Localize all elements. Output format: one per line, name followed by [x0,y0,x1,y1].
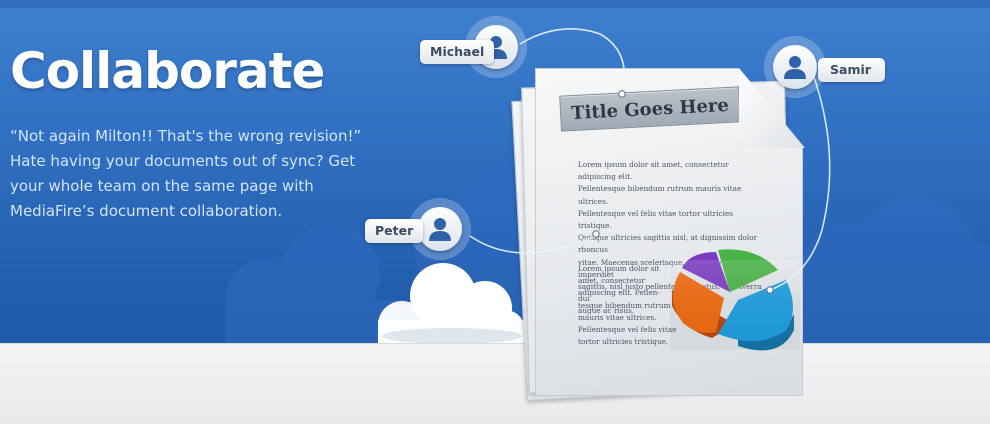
user-name-peter[interactable]: Peter [365,219,424,243]
avatar [773,45,817,89]
avatar [418,207,462,251]
collaborate-banner: Collaborate “Not again Milton!! That's t… [0,0,990,424]
avatar-samir[interactable] [765,37,825,97]
user-icon [429,218,451,241]
user-icon [784,56,806,79]
user-name-michael[interactable]: Michael [420,40,495,64]
pie-chart-illustration [670,249,800,351]
user-name-samir[interactable]: Samir [818,58,885,82]
